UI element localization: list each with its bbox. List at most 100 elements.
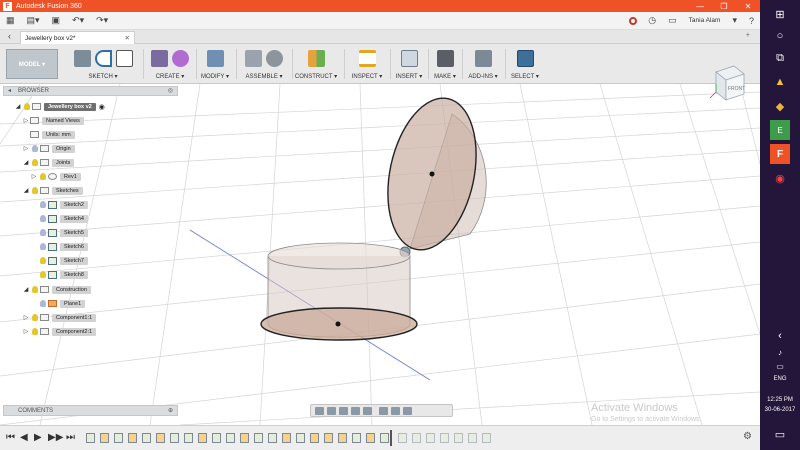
visibility-bulb-icon[interactable]: [32, 145, 38, 152]
file-menu-icon[interactable]: ▤▾: [27, 15, 40, 26]
timeline-feature[interactable]: [128, 433, 137, 443]
construct-menu-label[interactable]: CONSTRUCT ▾: [294, 73, 338, 80]
panel-pin-icon[interactable]: ◎: [168, 87, 173, 96]
go-to-end-icon[interactable]: ⏭: [66, 432, 75, 443]
inspect-group[interactable]: INSPECT ▾: [347, 47, 387, 83]
visibility-bulb-icon[interactable]: [40, 271, 46, 278]
create-group[interactable]: CREATE ▾: [146, 47, 194, 83]
insert-image-icon[interactable]: [400, 49, 418, 67]
timeline-feature[interactable]: [324, 433, 333, 443]
offset-plane-icon[interactable]: [307, 49, 325, 67]
save-icon[interactable]: ▣: [52, 15, 61, 26]
clock-date[interactable]: 30-06-2017: [760, 407, 800, 413]
add-comment-icon[interactable]: ⊕: [168, 406, 173, 416]
close-tab-icon[interactable]: ✕: [125, 34, 130, 42]
user-menu-chevron-icon[interactable]: ▾: [732, 15, 737, 26]
expand-arrow-icon[interactable]: ▷: [22, 145, 30, 152]
node-label[interactable]: Construction: [52, 285, 91, 294]
grid-settings-icon[interactable]: [391, 406, 400, 415]
extrude-icon[interactable]: [151, 49, 168, 67]
timeline-feature[interactable]: [352, 433, 361, 443]
node-label[interactable]: Sketch4: [60, 214, 88, 223]
document-tab[interactable]: Jewellery box v2* ✕: [20, 31, 135, 44]
node-label[interactable]: Sketch8: [60, 270, 88, 279]
node-label[interactable]: Sketch5: [60, 228, 88, 237]
visibility-bulb-icon[interactable]: [40, 201, 46, 208]
visibility-bulb-icon[interactable]: [40, 257, 46, 264]
expand-arrow-icon[interactable]: ▷: [22, 328, 30, 335]
minimize-button[interactable]: —: [688, 2, 712, 11]
timeline-feature[interactable]: [282, 433, 291, 443]
visibility-bulb-icon[interactable]: [40, 173, 46, 180]
go-to-start-icon[interactable]: ⏮: [6, 432, 15, 443]
construct-group[interactable]: CONSTRUCT ▾: [294, 47, 338, 83]
timeline-feature[interactable]: [426, 433, 435, 443]
browser-node-sketch[interactable]: Sketch7: [38, 255, 88, 266]
expand-arrow-icon[interactable]: ▷: [22, 117, 30, 124]
browser-node-sketch[interactable]: Sketch2: [38, 199, 88, 210]
pan-icon[interactable]: [339, 406, 348, 415]
language-indicator[interactable]: ENG: [760, 376, 800, 382]
node-label[interactable]: Named Views: [42, 116, 84, 125]
create-menu-label[interactable]: CREATE ▾: [146, 73, 194, 80]
battery-icon[interactable]: ▭: [770, 356, 790, 376]
node-label[interactable]: Origin: [52, 144, 75, 153]
scripts-addins-icon[interactable]: [474, 49, 492, 67]
create-sketch-icon[interactable]: [73, 49, 91, 67]
clock-icon[interactable]: ◷: [648, 15, 656, 26]
3d-viewport[interactable]: [0, 84, 760, 425]
timeline-feature[interactable]: [156, 433, 165, 443]
close-button[interactable]: ✕: [736, 2, 760, 11]
browser-node-sketch[interactable]: Sketch6: [38, 241, 88, 252]
tab-scroll-left-icon[interactable]: ‹: [8, 31, 11, 41]
fit-icon[interactable]: [363, 406, 372, 415]
user-name[interactable]: Tania Alam: [689, 17, 721, 24]
clock-time[interactable]: 12:25 PM: [760, 397, 800, 403]
timeline-feature[interactable]: [366, 433, 375, 443]
browser-root-node[interactable]: ◢ Jewellery box v2 ◉: [14, 101, 105, 112]
node-label[interactable]: Sketch6: [60, 242, 88, 251]
expand-arrow-icon[interactable]: ◢: [22, 187, 30, 194]
insert-group[interactable]: INSERT ▾: [392, 47, 426, 83]
step-back-icon[interactable]: ◀: [20, 432, 28, 443]
google-drive-icon[interactable]: ▲: [770, 72, 790, 92]
timeline-feature[interactable]: [114, 433, 123, 443]
browser-node-component2[interactable]: ▷ Component2:1: [22, 326, 97, 337]
line-icon[interactable]: [94, 49, 112, 67]
insert-menu-label[interactable]: INSERT ▾: [392, 73, 426, 80]
timeline-feature[interactable]: [198, 433, 207, 443]
browser-node-plane1[interactable]: Plane1: [38, 298, 86, 309]
timeline-feature[interactable]: [100, 433, 109, 443]
node-label[interactable]: Joints: [52, 158, 75, 167]
timeline-feature[interactable]: [380, 433, 389, 443]
display-settings-icon[interactable]: [379, 406, 388, 415]
press-pull-icon[interactable]: [206, 49, 224, 67]
collapse-icon[interactable]: ◂: [8, 87, 11, 96]
select-arrow-icon[interactable]: [516, 49, 534, 67]
help-icon[interactable]: ?: [749, 16, 754, 26]
step-forward-icon[interactable]: ▶▶: [48, 432, 63, 443]
addins-menu-label[interactable]: ADD-INS ▾: [464, 73, 502, 80]
timeline-feature[interactable]: [440, 433, 449, 443]
record-icon[interactable]: [629, 16, 638, 25]
timeline-feature[interactable]: [226, 433, 235, 443]
browser-node-construction[interactable]: ◢ Construction: [22, 284, 91, 295]
modify-group[interactable]: MODIFY ▾: [198, 47, 232, 83]
timeline-settings-gear-icon[interactable]: ⚙: [743, 431, 752, 442]
sketch-menu-label[interactable]: SKETCH ▾: [64, 73, 142, 80]
3d-print-icon[interactable]: [436, 49, 454, 67]
sketch-group[interactable]: SKETCH ▾: [64, 47, 142, 83]
rectangle-icon[interactable]: [115, 49, 133, 67]
evernote-icon[interactable]: E: [770, 120, 790, 140]
expand-arrow-icon[interactable]: ◢: [22, 159, 30, 166]
browser-node-rev1[interactable]: ▷ Rev1: [30, 171, 81, 182]
node-label[interactable]: Rev1: [60, 172, 81, 181]
node-label[interactable]: Sketch2: [60, 200, 88, 209]
task-view-icon[interactable]: ⧉: [770, 48, 790, 68]
browser-node-named-views[interactable]: ▷ Named Views: [22, 115, 84, 126]
notifications-icon[interactable]: ▭: [668, 15, 677, 26]
app-pinned-icon[interactable]: ◆: [770, 96, 790, 116]
zoom-icon[interactable]: [351, 406, 360, 415]
node-label[interactable]: Sketches: [52, 186, 83, 195]
assemble-group[interactable]: ASSEMBLE ▾: [238, 47, 290, 83]
